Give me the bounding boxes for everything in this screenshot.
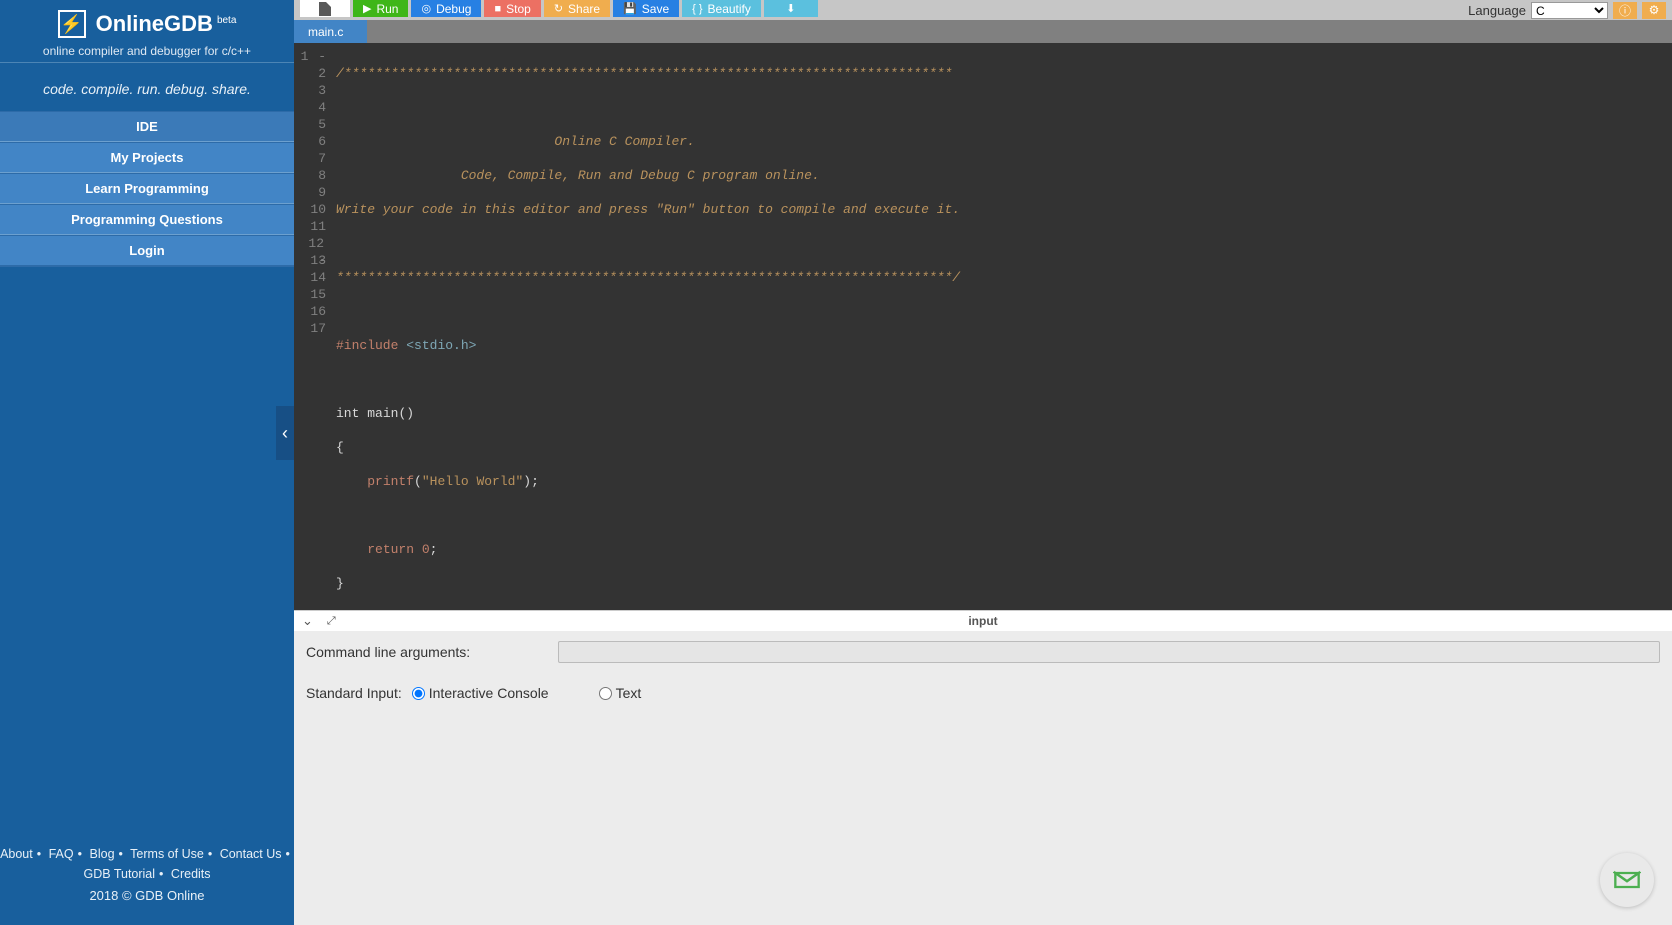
stdin-interactive-option[interactable]: Interactive Console — [412, 685, 549, 701]
footer-gdbtut[interactable]: GDB Tutorial — [83, 867, 155, 881]
nav-ide[interactable]: IDE — [0, 111, 294, 142]
toolbar: ▶Run ◎Debug ■Stop ↻Share 💾Save { }Beauti… — [294, 0, 1672, 20]
stdin-text-radio[interactable] — [599, 687, 612, 700]
run-button[interactable]: ▶Run — [353, 0, 408, 17]
download-icon: ⬇ — [786, 2, 795, 15]
info-button[interactable]: ⓘ — [1613, 2, 1637, 19]
footer-faq[interactable]: FAQ — [49, 847, 74, 861]
code-editor[interactable]: 1 - 2345 6789 101112 - 1314151617 /*****… — [294, 43, 1672, 610]
brand-title: OnlineGDBbeta — [96, 11, 237, 37]
stop-icon: ■ — [494, 3, 501, 15]
language-label: Language — [1468, 3, 1526, 18]
chat-bubble-button[interactable] — [1600, 853, 1654, 907]
bolt-icon: ⚡ — [58, 10, 86, 38]
save-button[interactable]: 💾Save — [613, 0, 679, 17]
input-panel-header: ⌄ ⤢ input — [294, 610, 1672, 631]
sidebar: ⚡ OnlineGDBbeta online compiler and debu… — [0, 0, 294, 925]
target-icon: ◎ — [421, 2, 431, 15]
nav-questions[interactable]: Programming Questions — [0, 204, 294, 235]
sidebar-collapse-handle[interactable]: ‹ — [276, 406, 294, 460]
nav-login[interactable]: Login — [0, 235, 294, 267]
brand-block: ⚡ OnlineGDBbeta online compiler and debu… — [0, 0, 294, 62]
share-button[interactable]: ↻Share — [544, 0, 610, 17]
main: ▶Run ◎Debug ■Stop ↻Share 💾Save { }Beauti… — [294, 0, 1672, 925]
cli-args-input[interactable] — [558, 641, 1660, 663]
input-panel: Command line arguments: Standard Input: … — [294, 631, 1672, 925]
footer-links: About• FAQ• Blog• Terms of Use• Contact … — [0, 844, 294, 907]
beautify-button[interactable]: { }Beautify — [682, 0, 761, 17]
brand-subtitle: online compiler and debugger for c/c++ — [0, 44, 294, 58]
language-select[interactable]: C — [1531, 2, 1608, 19]
footer-contact[interactable]: Contact Us — [220, 847, 282, 861]
tab-main-c[interactable]: main.c — [294, 20, 367, 43]
stop-button[interactable]: ■Stop — [484, 0, 540, 17]
panel-collapse-icon[interactable]: ⌄ — [302, 613, 313, 629]
gutter: 1 - 2345 6789 101112 - 1314151617 — [294, 43, 334, 610]
nav-learn[interactable]: Learn Programming — [0, 173, 294, 204]
tagline: code. compile. run. debug. share. — [0, 62, 294, 111]
debug-button[interactable]: ◎Debug — [411, 0, 481, 17]
info-icon: ⓘ — [1619, 2, 1631, 19]
footer-blog[interactable]: Blog — [90, 847, 115, 861]
gear-icon: ⚙ — [1649, 3, 1660, 17]
copyright: 2018 © GDB Online — [0, 886, 294, 907]
file-icon — [319, 2, 331, 16]
download-button[interactable]: ⬇ — [764, 0, 818, 17]
save-icon: 💾 — [623, 2, 637, 15]
stdin-interactive-radio[interactable] — [412, 687, 425, 700]
footer-credits[interactable]: Credits — [171, 867, 211, 881]
envelope-icon — [1613, 866, 1641, 894]
panel-title: input — [968, 614, 997, 628]
settings-button[interactable]: ⚙ — [1642, 2, 1666, 19]
footer-terms[interactable]: Terms of Use — [130, 847, 204, 861]
sidebar-nav: IDE My Projects Learn Programming Progra… — [0, 111, 294, 267]
stdin-label: Standard Input: — [306, 685, 402, 701]
footer-about[interactable]: About — [0, 847, 33, 861]
share-icon: ↻ — [554, 2, 563, 15]
nav-myprojects[interactable]: My Projects — [0, 142, 294, 173]
panel-expand-icon[interactable]: ⤢ — [327, 615, 336, 628]
play-icon: ▶ — [363, 2, 371, 15]
code-area[interactable]: /***************************************… — [334, 43, 960, 610]
cli-label: Command line arguments: — [306, 644, 470, 660]
stdin-text-option[interactable]: Text — [599, 685, 642, 701]
editor-tabs: main.c — [294, 20, 1672, 43]
new-file-button[interactable] — [300, 0, 350, 17]
braces-icon: { } — [692, 3, 702, 15]
